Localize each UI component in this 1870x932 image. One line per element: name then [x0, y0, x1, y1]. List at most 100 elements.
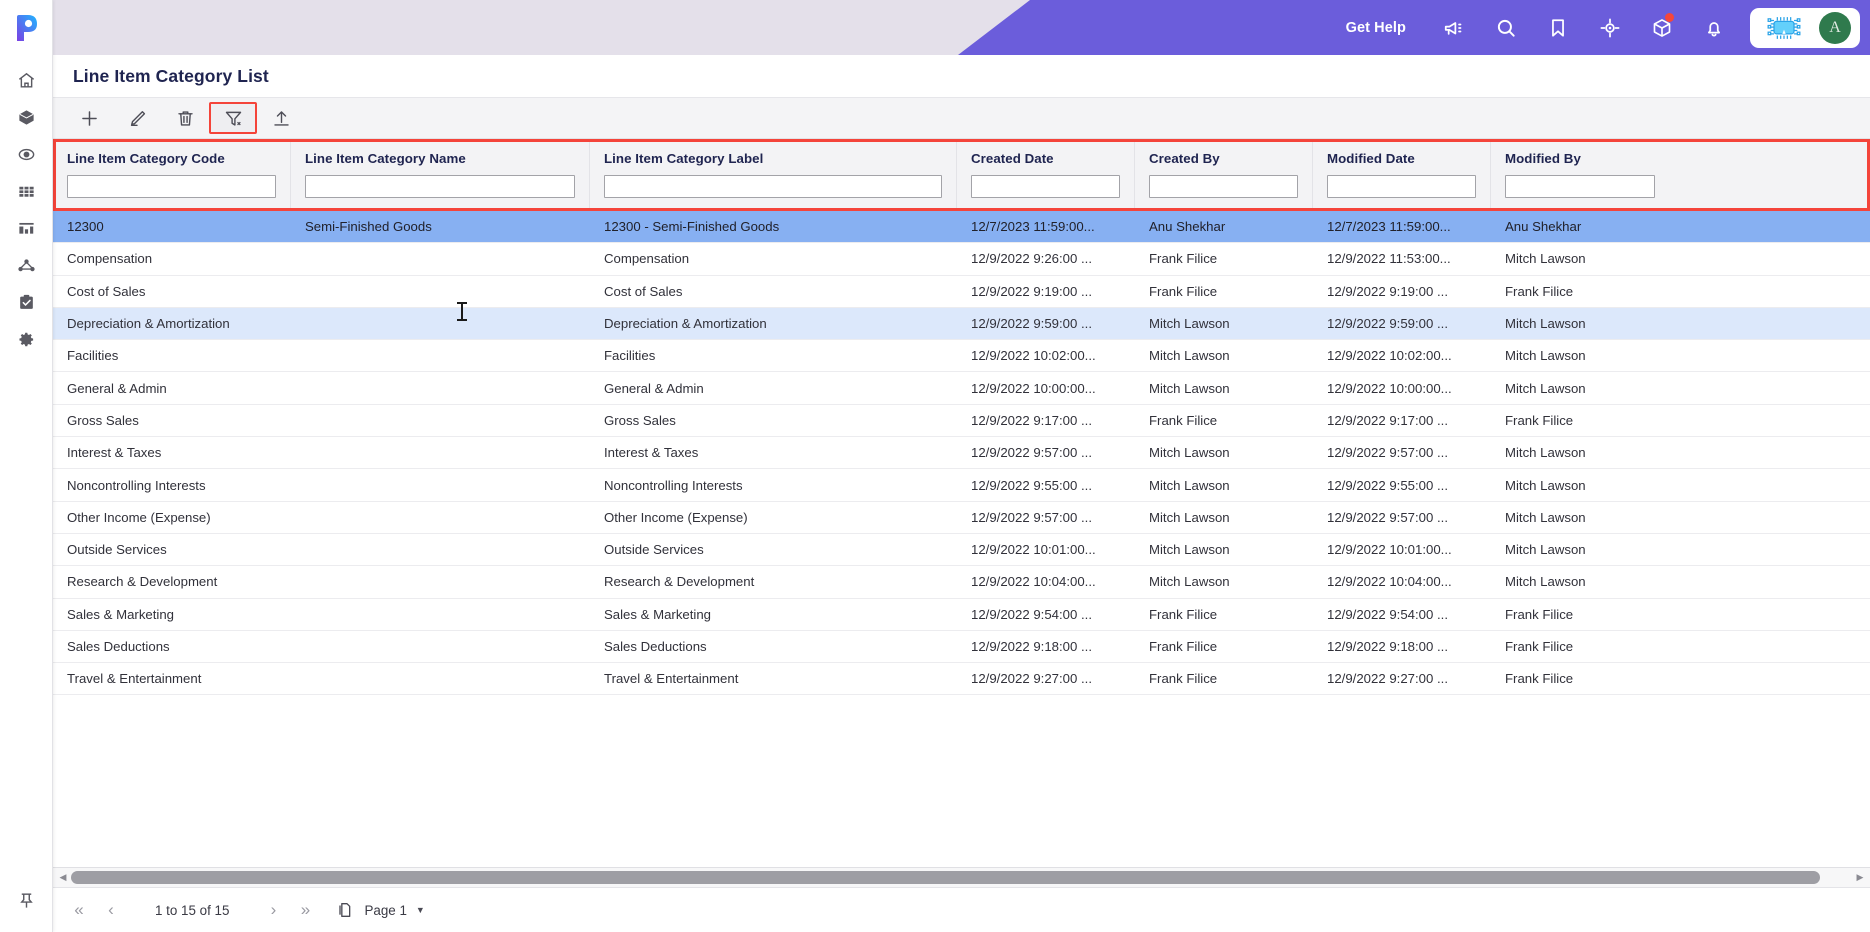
- cell-code[interactable]: Outside Services: [53, 534, 291, 565]
- cell-created_date[interactable]: 12/9/2022 9:18:00 ...: [957, 631, 1135, 662]
- cell-created_by[interactable]: Mitch Lawson: [1135, 534, 1313, 565]
- horizontal-scrollbar[interactable]: ◀ ▶: [53, 867, 1870, 887]
- scroll-right-arrow-icon[interactable]: ▶: [1852, 869, 1868, 887]
- edit-button[interactable]: [113, 102, 161, 134]
- cell-created_by[interactable]: Frank Filice: [1135, 276, 1313, 307]
- bookmark-icon[interactable]: [1532, 0, 1584, 55]
- first-page-button[interactable]: «: [63, 894, 95, 926]
- cell-created_date[interactable]: 12/9/2022 10:00:00...: [957, 372, 1135, 403]
- cell-created_by[interactable]: Frank Filice: [1135, 663, 1313, 694]
- cell-name[interactable]: [291, 308, 590, 339]
- page-number-label[interactable]: Page 1: [364, 903, 406, 918]
- sidebar-item-settings[interactable]: [4, 321, 48, 357]
- sidebar-item-reports[interactable]: [4, 210, 48, 246]
- export-button[interactable]: [257, 102, 305, 134]
- table-row[interactable]: Research & Development Research & Develop…: [53, 566, 1870, 599]
- cell-label[interactable]: Facilities: [590, 340, 957, 371]
- bell-icon[interactable]: [1688, 0, 1740, 55]
- cell-modified_by[interactable]: Mitch Lawson: [1491, 437, 1669, 468]
- cell-label[interactable]: Research & Development: [590, 566, 957, 597]
- cell-created_date[interactable]: 12/9/2022 10:02:00...: [957, 340, 1135, 371]
- cell-name[interactable]: [291, 276, 590, 307]
- cell-modified_by[interactable]: Anu Shekhar: [1491, 211, 1669, 242]
- cell-label[interactable]: Other Income (Expense): [590, 502, 957, 533]
- cell-label[interactable]: Interest & Taxes: [590, 437, 957, 468]
- column-header-created_by[interactable]: Created By: [1135, 139, 1313, 210]
- cell-name[interactable]: [291, 437, 590, 468]
- sidebar-item-grids[interactable]: [4, 173, 48, 209]
- cell-created_by[interactable]: Anu Shekhar: [1135, 211, 1313, 242]
- cell-modified_by[interactable]: Frank Filice: [1491, 599, 1669, 630]
- scrollbar-track[interactable]: [71, 871, 1852, 884]
- cell-modified_by[interactable]: Frank Filice: [1491, 663, 1669, 694]
- filter-input-label[interactable]: [604, 175, 942, 198]
- column-header-modified_date[interactable]: Modified Date: [1313, 139, 1491, 210]
- search-icon[interactable]: [1480, 0, 1532, 55]
- sidebar-item-tasks[interactable]: [4, 284, 48, 320]
- cell-label[interactable]: Depreciation & Amortization: [590, 308, 957, 339]
- cell-modified_date[interactable]: 12/9/2022 9:17:00 ...: [1313, 405, 1491, 436]
- table-row[interactable]: Facilities Facilities 12/9/2022 10:02:00..…: [53, 340, 1870, 373]
- cell-created_by[interactable]: Frank Filice: [1135, 405, 1313, 436]
- cell-created_date[interactable]: 12/9/2022 9:54:00 ...: [957, 599, 1135, 630]
- cell-created_date[interactable]: 12/9/2022 9:57:00 ...: [957, 437, 1135, 468]
- column-header-code[interactable]: Line Item Category Code: [53, 139, 291, 210]
- table-row[interactable]: Other Income (Expense) Other Income (Expe…: [53, 502, 1870, 534]
- cell-created_date[interactable]: 12/9/2022 10:04:00...: [957, 566, 1135, 597]
- table-row[interactable]: 12300 Semi-Finished Goods 12300 - Semi-Fin…: [53, 211, 1870, 244]
- cell-created_date[interactable]: 12/9/2022 9:26:00 ...: [957, 243, 1135, 274]
- cell-modified_by[interactable]: Frank Filice: [1491, 276, 1669, 307]
- cell-code[interactable]: Gross Sales: [53, 405, 291, 436]
- cell-name[interactable]: [291, 243, 590, 274]
- cell-created_date[interactable]: 12/9/2022 10:01:00...: [957, 534, 1135, 565]
- cell-created_by[interactable]: Mitch Lawson: [1135, 437, 1313, 468]
- cell-name[interactable]: [291, 502, 590, 533]
- cell-code[interactable]: Sales Deductions: [53, 631, 291, 662]
- cell-label[interactable]: Outside Services: [590, 534, 957, 565]
- grid-body[interactable]: 12300 Semi-Finished Goods 12300 - Semi-Fin…: [53, 211, 1870, 867]
- filter-input-modified_by[interactable]: [1505, 175, 1655, 198]
- delete-button[interactable]: [161, 102, 209, 134]
- cell-created_by[interactable]: Mitch Lawson: [1135, 308, 1313, 339]
- column-header-created_date[interactable]: Created Date: [957, 139, 1135, 210]
- scroll-left-arrow-icon[interactable]: ◀: [55, 869, 71, 887]
- announcement-icon[interactable]: [1428, 0, 1480, 55]
- cell-modified_date[interactable]: 12/9/2022 9:57:00 ...: [1313, 502, 1491, 533]
- add-button[interactable]: [65, 102, 113, 134]
- cell-name[interactable]: [291, 469, 590, 500]
- cell-name[interactable]: [291, 663, 590, 694]
- prev-page-button[interactable]: ‹: [95, 894, 127, 926]
- cell-modified_date[interactable]: 12/7/2023 11:59:00...: [1313, 211, 1491, 242]
- cell-created_by[interactable]: Mitch Lawson: [1135, 340, 1313, 371]
- cell-modified_date[interactable]: 12/9/2022 9:57:00 ...: [1313, 437, 1491, 468]
- cell-code[interactable]: Other Income (Expense): [53, 502, 291, 533]
- table-row[interactable]: Travel & Entertainment Travel & Entertain…: [53, 663, 1870, 696]
- cell-created_date[interactable]: 12/9/2022 9:59:00 ...: [957, 308, 1135, 339]
- next-page-button[interactable]: ›: [257, 894, 289, 926]
- column-header-label[interactable]: Line Item Category Label: [590, 139, 957, 210]
- cell-name[interactable]: [291, 534, 590, 565]
- sidebar-item-models[interactable]: [4, 99, 48, 135]
- table-row[interactable]: Gross Sales Gross Sales 12/9/2022 9:17:00 …: [53, 405, 1870, 438]
- cell-modified_date[interactable]: 12/9/2022 9:18:00 ...: [1313, 631, 1491, 662]
- cell-modified_date[interactable]: 12/9/2022 11:53:00...: [1313, 243, 1491, 274]
- cell-created_by[interactable]: Frank Filice: [1135, 243, 1313, 274]
- filter-input-code[interactable]: [67, 175, 276, 198]
- cell-code[interactable]: Research & Development: [53, 566, 291, 597]
- cell-created_date[interactable]: 12/9/2022 9:17:00 ...: [957, 405, 1135, 436]
- cell-created_by[interactable]: Mitch Lawson: [1135, 502, 1313, 533]
- cell-modified_date[interactable]: 12/9/2022 10:00:00...: [1313, 372, 1491, 403]
- cell-code[interactable]: Noncontrolling Interests: [53, 469, 291, 500]
- cell-code[interactable]: Compensation: [53, 243, 291, 274]
- cell-name[interactable]: [291, 405, 590, 436]
- cell-created_date[interactable]: 12/9/2022 9:27:00 ...: [957, 663, 1135, 694]
- filter-input-name[interactable]: [305, 175, 575, 198]
- table-row[interactable]: Cost of Sales Cost of Sales 12/9/2022 9:19…: [53, 276, 1870, 308]
- cell-modified_by[interactable]: Mitch Lawson: [1491, 469, 1669, 500]
- avatar[interactable]: A: [1819, 11, 1851, 44]
- cell-label[interactable]: Sales & Marketing: [590, 599, 957, 630]
- filter-input-created_date[interactable]: [971, 175, 1120, 198]
- cell-label[interactable]: Noncontrolling Interests: [590, 469, 957, 500]
- cell-modified_date[interactable]: 12/9/2022 9:59:00 ...: [1313, 308, 1491, 339]
- cell-label[interactable]: General & Admin: [590, 372, 957, 403]
